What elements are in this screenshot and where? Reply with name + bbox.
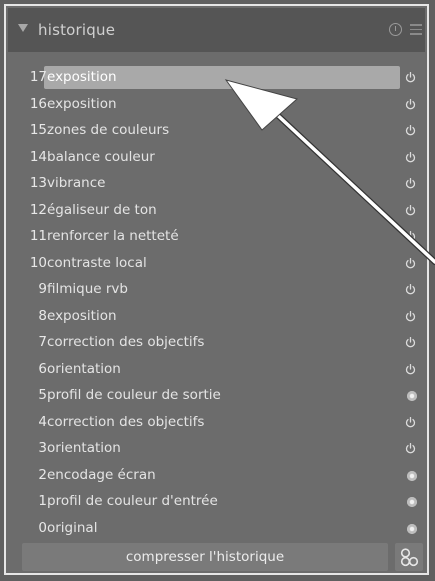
annotation-arrow — [224, 79, 435, 265]
